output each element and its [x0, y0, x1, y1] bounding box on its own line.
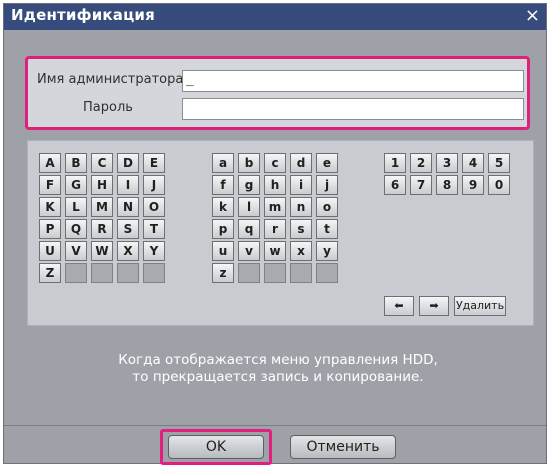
lowercase-key-y[interactable]: y — [316, 241, 338, 261]
digit-key-6[interactable]: 6 — [384, 175, 406, 195]
lowercase-key-z[interactable]: z — [212, 263, 234, 283]
uppercase-key-R[interactable]: R — [91, 219, 113, 239]
lowercase-blank-key — [316, 263, 338, 283]
on-screen-keyboard: ABCDE FGHIJ KLMNO PQRST UVWXY Zabcde fghij klmn… — [27, 140, 534, 326]
cancel-button[interactable]: Отменить — [290, 435, 396, 459]
digit-key-0[interactable]: 0 — [488, 175, 510, 195]
close-icon[interactable]: × — [525, 5, 540, 27]
lowercase-key-u[interactable]: u — [212, 241, 234, 261]
lowercase-key-h[interactable]: h — [264, 175, 286, 195]
uppercase-key-H[interactable]: H — [91, 175, 113, 195]
uppercase-key-U[interactable]: U — [39, 241, 61, 261]
dialog-titlebar: Идентификация × — [4, 4, 546, 30]
digit-key-3[interactable]: 3 — [436, 153, 458, 173]
message-line-2: то прекращается запись и копирование. — [132, 369, 424, 385]
password-input[interactable] — [182, 98, 524, 120]
uppercase-key-T[interactable]: T — [143, 219, 165, 239]
digit-key-7[interactable]: 7 — [410, 175, 432, 195]
footer-divider — [4, 425, 546, 426]
lowercase-key-c[interactable]: c — [264, 153, 286, 173]
message-line-1: Когда отображается меню управления HDD, — [118, 352, 438, 368]
uppercase-key-N[interactable]: N — [117, 197, 139, 217]
digit-key-9[interactable]: 9 — [462, 175, 484, 195]
uppercase-key-V[interactable]: V — [65, 241, 87, 261]
admin-name-label: Имя администратора — [37, 72, 184, 87]
lowercase-key-l[interactable]: l — [238, 197, 260, 217]
lowercase-blank-key — [290, 263, 312, 283]
lowercase-key-n[interactable]: n — [290, 197, 312, 217]
digit-key-8[interactable]: 8 — [436, 175, 458, 195]
uppercase-key-P[interactable]: P — [39, 219, 61, 239]
lowercase-key-g[interactable]: g — [238, 175, 260, 195]
right-arrow-icon[interactable]: ➡ — [419, 296, 449, 316]
lowercase-key-p[interactable]: p — [212, 219, 234, 239]
digit-key-5[interactable]: 5 — [488, 153, 510, 173]
uppercase-key-Q[interactable]: Q — [65, 219, 87, 239]
lowercase-key-q[interactable]: q — [238, 219, 260, 239]
lowercase-key-k[interactable]: k — [212, 197, 234, 217]
uppercase-key-A[interactable]: A — [39, 153, 61, 173]
uppercase-blank-key — [117, 263, 139, 283]
lowercase-key-r[interactable]: r — [264, 219, 286, 239]
hdd-warning-message: Когда отображается меню управления HDD, … — [4, 352, 550, 386]
uppercase-key-G[interactable]: G — [65, 175, 87, 195]
uppercase-key-O[interactable]: O — [143, 197, 165, 217]
digit-key-4[interactable]: 4 — [462, 153, 484, 173]
lowercase-blank-key — [238, 263, 260, 283]
uppercase-key-W[interactable]: W — [91, 241, 113, 261]
lowercase-key-s[interactable]: s — [290, 219, 312, 239]
uppercase-key-F[interactable]: F — [39, 175, 61, 195]
uppercase-key-D[interactable]: D — [117, 153, 139, 173]
uppercase-key-M[interactable]: M — [91, 197, 113, 217]
uppercase-key-Z[interactable]: Z — [39, 263, 61, 283]
lowercase-key-t[interactable]: t — [316, 219, 338, 239]
ok-button[interactable]: OK — [168, 435, 264, 459]
lowercase-key-f[interactable]: f — [212, 175, 234, 195]
uppercase-blank-key — [65, 263, 87, 283]
lowercase-key-d[interactable]: d — [290, 153, 312, 173]
uppercase-blank-key — [91, 263, 113, 283]
uppercase-key-I[interactable]: I — [117, 175, 139, 195]
lowercase-key-m[interactable]: m — [264, 197, 286, 217]
admin-name-input[interactable]: _ — [182, 70, 524, 92]
dialog-title: Идентификация — [11, 6, 155, 24]
uppercase-key-C[interactable]: C — [91, 153, 113, 173]
lowercase-key-j[interactable]: j — [316, 175, 338, 195]
uppercase-key-B[interactable]: B — [65, 153, 87, 173]
uppercase-key-K[interactable]: K — [39, 197, 61, 217]
uppercase-key-E[interactable]: E — [143, 153, 165, 173]
lowercase-key-i[interactable]: i — [290, 175, 312, 195]
digit-key-1[interactable]: 1 — [384, 153, 406, 173]
uppercase-key-J[interactable]: J — [143, 175, 165, 195]
password-label: Пароль — [83, 100, 133, 115]
uppercase-key-Y[interactable]: Y — [143, 241, 165, 261]
lowercase-key-v[interactable]: v — [238, 241, 260, 261]
uppercase-blank-key — [143, 263, 165, 283]
uppercase-key-L[interactable]: L — [65, 197, 87, 217]
lowercase-key-e[interactable]: e — [316, 153, 338, 173]
credentials-section: Имя администратора _ Пароль — [25, 56, 530, 130]
lowercase-blank-key — [264, 263, 286, 283]
lowercase-key-b[interactable]: b — [238, 153, 260, 173]
lowercase-key-a[interactable]: a — [212, 153, 234, 173]
lowercase-key-x[interactable]: x — [290, 241, 312, 261]
lowercase-key-w[interactable]: w — [264, 241, 286, 261]
lowercase-key-o[interactable]: o — [316, 197, 338, 217]
digit-key-2[interactable]: 2 — [410, 153, 432, 173]
delete-button[interactable]: Удалить — [454, 296, 506, 316]
uppercase-key-S[interactable]: S — [117, 219, 139, 239]
left-arrow-icon[interactable]: ⬅ — [384, 296, 414, 316]
uppercase-key-X[interactable]: X — [117, 241, 139, 261]
authentication-dialog: Идентификация × Имя администратора _ Пар… — [3, 3, 550, 465]
